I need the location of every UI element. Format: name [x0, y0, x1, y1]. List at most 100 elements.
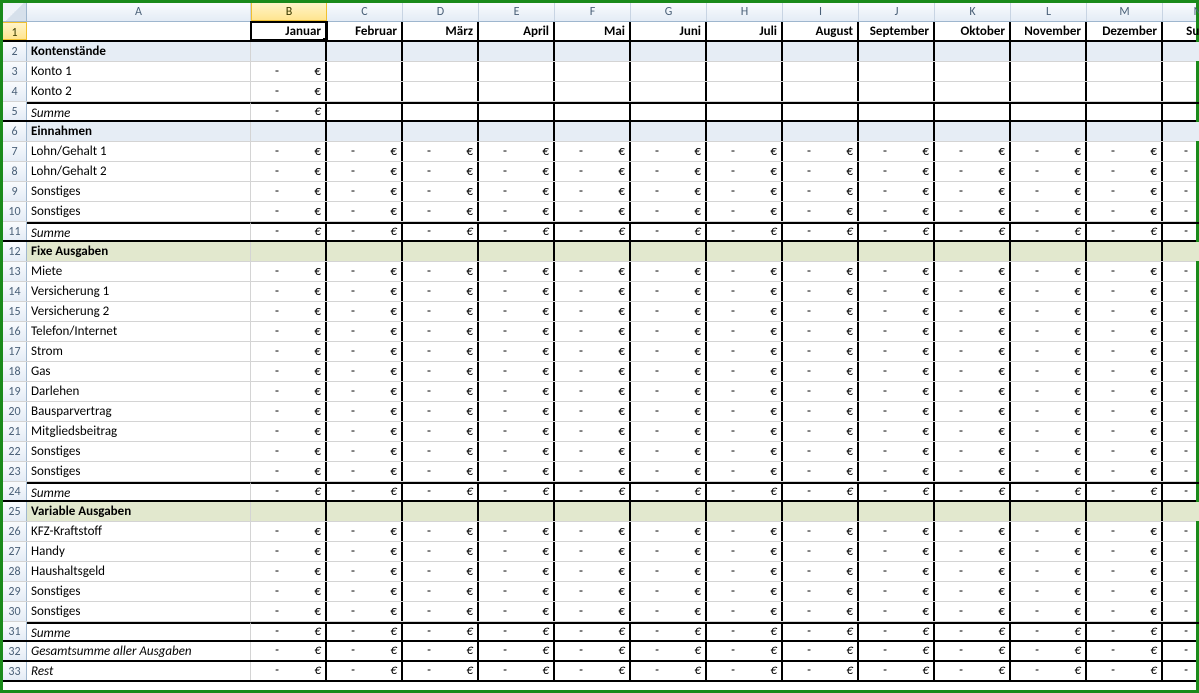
cell-B24[interactable]: -€: [251, 482, 327, 500]
cell-K3[interactable]: [935, 62, 1011, 81]
row-label-15[interactable]: Versicherung 2: [27, 302, 251, 321]
cell-B15[interactable]: -€: [251, 302, 327, 321]
cell-M19[interactable]: -€: [1087, 382, 1163, 401]
row-label-18[interactable]: Gas: [27, 362, 251, 381]
cell-D2[interactable]: [403, 42, 479, 61]
cell-C25[interactable]: [327, 502, 403, 521]
row-header-9[interactable]: 9: [3, 182, 27, 201]
cell-J22[interactable]: -€: [859, 442, 935, 461]
cell-D4[interactable]: [403, 82, 479, 101]
cell-D26[interactable]: -€: [403, 522, 479, 541]
row-header-26[interactable]: 26: [3, 522, 27, 541]
cell-H32[interactable]: -€: [707, 642, 783, 660]
cell-N4[interactable]: [1163, 82, 1199, 101]
cell-L27[interactable]: -€: [1011, 542, 1087, 561]
cell-B30[interactable]: -€: [251, 602, 327, 621]
cell-F19[interactable]: -€: [555, 382, 631, 401]
row-header-6[interactable]: 6: [3, 122, 27, 141]
cell-N22[interactable]: -€: [1163, 442, 1199, 461]
cell-J10[interactable]: -€: [859, 202, 935, 221]
cell-B4[interactable]: -€: [251, 82, 327, 101]
cell-F31[interactable]: -€: [555, 622, 631, 640]
cell-E22[interactable]: -€: [479, 442, 555, 461]
row-label-11[interactable]: Summe: [27, 222, 251, 240]
cell-G8[interactable]: -€: [631, 162, 707, 181]
row-header-27[interactable]: 27: [3, 542, 27, 561]
cell-N19[interactable]: -€: [1163, 382, 1199, 401]
cell-C20[interactable]: -€: [327, 402, 403, 421]
cell-C8[interactable]: -€: [327, 162, 403, 181]
cell-C11[interactable]: -€: [327, 222, 403, 240]
cell-J15[interactable]: -€: [859, 302, 935, 321]
cell-F7[interactable]: -€: [555, 142, 631, 161]
cell-I20[interactable]: -€: [783, 402, 859, 421]
cell-M15[interactable]: -€: [1087, 302, 1163, 321]
cell-E18[interactable]: -€: [479, 362, 555, 381]
cell-N7[interactable]: -€: [1163, 142, 1199, 161]
cell-H10[interactable]: -€: [707, 202, 783, 221]
row-header-4[interactable]: 4: [3, 82, 27, 101]
cell-K2[interactable]: [935, 42, 1011, 61]
cell-F11[interactable]: -€: [555, 222, 631, 240]
cell-J32[interactable]: -€: [859, 642, 935, 660]
cell-I23[interactable]: -€: [783, 462, 859, 481]
cell-E31[interactable]: -€: [479, 622, 555, 640]
column-header-K[interactable]: K: [935, 3, 1011, 21]
cell-F13[interactable]: -€: [555, 262, 631, 281]
cell-D5[interactable]: [403, 102, 479, 120]
cell-H19[interactable]: -€: [707, 382, 783, 401]
cell-M17[interactable]: -€: [1087, 342, 1163, 361]
cell-D6[interactable]: [403, 122, 479, 141]
cell-L22[interactable]: -€: [1011, 442, 1087, 461]
cell-E23[interactable]: -€: [479, 462, 555, 481]
cell-J9[interactable]: -€: [859, 182, 935, 201]
cell-F32[interactable]: -€: [555, 642, 631, 660]
cell-D20[interactable]: -€: [403, 402, 479, 421]
cell-H7[interactable]: -€: [707, 142, 783, 161]
cell-L23[interactable]: -€: [1011, 462, 1087, 481]
cell-F29[interactable]: -€: [555, 582, 631, 601]
row-header-25[interactable]: 25: [3, 502, 27, 521]
cell-L18[interactable]: -€: [1011, 362, 1087, 381]
cell-I31[interactable]: -€: [783, 622, 859, 640]
cell-J11[interactable]: -€: [859, 222, 935, 240]
row-label-31[interactable]: Summe: [27, 622, 251, 640]
cell-E7[interactable]: -€: [479, 142, 555, 161]
column-header-M[interactable]: M: [1087, 3, 1163, 21]
cell-G1[interactable]: Juni: [631, 22, 707, 40]
cell-J27[interactable]: -€: [859, 542, 935, 561]
cell-C29[interactable]: -€: [327, 582, 403, 601]
cell-C13[interactable]: -€: [327, 262, 403, 281]
row-label-29[interactable]: Sonstiges: [27, 582, 251, 601]
cell-I8[interactable]: -€: [783, 162, 859, 181]
cell-G25[interactable]: [631, 502, 707, 521]
cell-F4[interactable]: [555, 82, 631, 101]
cell-H5[interactable]: [707, 102, 783, 120]
row-header-30[interactable]: 30: [3, 602, 27, 621]
cell-C18[interactable]: -€: [327, 362, 403, 381]
cell-M6[interactable]: [1087, 122, 1163, 141]
cell-B12[interactable]: [251, 242, 327, 261]
row-label-14[interactable]: Versicherung 1: [27, 282, 251, 301]
cell-H3[interactable]: [707, 62, 783, 81]
cell-J16[interactable]: -€: [859, 322, 935, 341]
cell-C19[interactable]: -€: [327, 382, 403, 401]
row-label-7[interactable]: Lohn/Gehalt 1: [27, 142, 251, 161]
cell-M31[interactable]: -€: [1087, 622, 1163, 640]
row-header-33[interactable]: 33: [3, 662, 27, 680]
cell-G21[interactable]: -€: [631, 422, 707, 441]
cell-I14[interactable]: -€: [783, 282, 859, 301]
cell-C21[interactable]: -€: [327, 422, 403, 441]
cell-B9[interactable]: -€: [251, 182, 327, 201]
cell-H28[interactable]: -€: [707, 562, 783, 581]
cell-H18[interactable]: -€: [707, 362, 783, 381]
cell-N5[interactable]: [1163, 102, 1199, 120]
row-header-16[interactable]: 16: [3, 322, 27, 341]
cell-B16[interactable]: -€: [251, 322, 327, 341]
cell-C33[interactable]: -€: [327, 662, 403, 680]
cell-M20[interactable]: -€: [1087, 402, 1163, 421]
cell-K1[interactable]: Oktober: [935, 22, 1011, 40]
section-title-2[interactable]: Kontenstände: [27, 42, 251, 61]
cell-B3[interactable]: -€: [251, 62, 327, 81]
cell-E26[interactable]: -€: [479, 522, 555, 541]
